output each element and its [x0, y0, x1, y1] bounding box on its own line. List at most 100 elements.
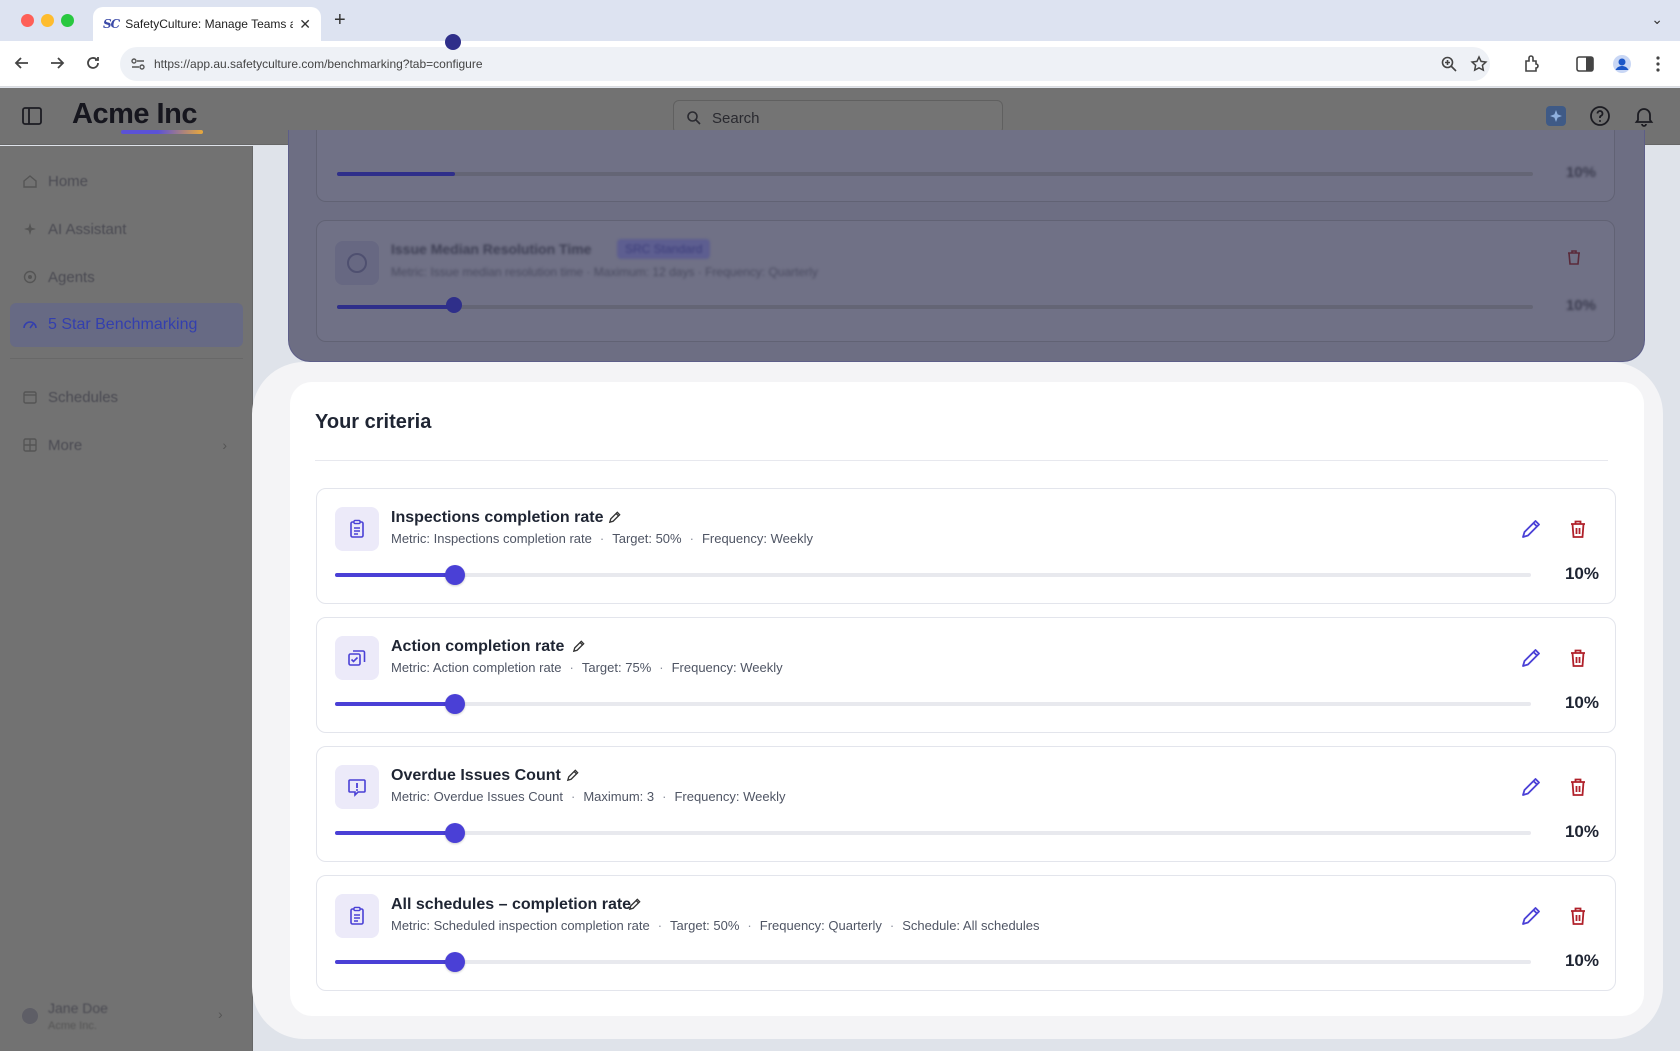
weight-value: 10%	[1564, 951, 1599, 970]
grid-icon	[23, 438, 37, 452]
user-name: Jane Doe	[48, 1000, 108, 1016]
criteria-title: Inspections completion rate	[391, 509, 604, 526]
url-text[interactable]: https://app.au.safetyculture.com/benchma…	[154, 57, 483, 71]
user-org: Acme Inc.	[48, 1020, 97, 1032]
window-close-button[interactable]	[21, 14, 34, 27]
rename-pencil-icon[interactable]	[607, 510, 622, 525]
meta-frequency: Frequency: Weekly	[671, 660, 783, 675]
sidebar-item-label: Home	[48, 172, 89, 190]
slider-handle[interactable]	[444, 565, 465, 585]
section-divider	[315, 460, 1608, 461]
weight-slider[interactable]	[335, 823, 1531, 843]
criteria-title: All schedules – completion rate	[391, 896, 632, 913]
forward-arrow-icon[interactable]	[45, 51, 69, 75]
background-weight-value: 10%	[1565, 164, 1596, 181]
rename-pencil-icon[interactable]	[571, 639, 586, 654]
criteria-card: Overdue Issues Count Metric: Overdue Iss…	[316, 746, 1616, 862]
search-placeholder: Search	[712, 110, 760, 127]
delete-trash-icon[interactable]	[1566, 904, 1590, 928]
sidebar-item-agents[interactable]: Agents	[10, 255, 243, 299]
criteria-meta: Metric: Action completion rate · Target: …	[391, 660, 783, 675]
tab-title: SafetyCulture: Manage Teams and...	[125, 17, 294, 31]
browser-tab-bar: SC SafetyCulture: Manage Teams and... ✕ …	[0, 0, 1680, 41]
weight-value: 10%	[1564, 564, 1599, 583]
sidebar-item-more[interactable]: More ›	[10, 423, 243, 467]
window-zoom-button[interactable]	[61, 14, 74, 27]
background-weight-value: 10%	[1565, 297, 1596, 314]
slider-fill	[335, 960, 455, 964]
background-criteria-card: Issue Median Resolution Time SRC Standar…	[316, 220, 1615, 342]
criteria-meta: Metric: Scheduled inspection completion …	[391, 918, 1040, 933]
criteria-title: Action completion rate	[391, 638, 565, 655]
help-icon[interactable]	[1588, 104, 1612, 128]
edit-pencil-icon[interactable]	[1519, 775, 1543, 799]
weight-slider[interactable]	[335, 952, 1531, 972]
back-arrow-icon[interactable]	[10, 51, 34, 75]
company-logo[interactable]: Acme Inc	[72, 98, 197, 131]
delete-trash-icon[interactable]	[1566, 646, 1590, 670]
benchmark-gauge-icon	[23, 321, 37, 329]
weight-value: 10%	[1564, 822, 1599, 841]
tab-close-icon[interactable]: ✕	[299, 16, 311, 33]
window-minimize-button[interactable]	[41, 14, 54, 27]
clipboard-icon	[335, 894, 379, 938]
bookmark-star-icon[interactable]	[1470, 55, 1488, 73]
site-settings-icon[interactable]	[130, 56, 146, 72]
browser-menu-icon[interactable]	[1647, 53, 1669, 75]
profile-avatar-icon[interactable]	[1611, 53, 1633, 75]
ai-sparkle-app-icon[interactable]	[1544, 104, 1568, 128]
meta-metric: Metric: Overdue Issues Count	[391, 789, 563, 804]
meta-frequency: Frequency: Weekly	[674, 789, 786, 804]
sidebar-item-label: Schedules	[48, 388, 119, 406]
logo-underline	[121, 130, 203, 134]
edit-pencil-icon[interactable]	[1519, 517, 1543, 541]
sidebar-item-schedules[interactable]: Schedules	[10, 375, 243, 419]
your-criteria-panel: Your criteria Inspections completion rat…	[290, 382, 1644, 1016]
reload-icon[interactable]	[81, 51, 105, 75]
meta-target: Target: 50%	[670, 918, 740, 933]
criteria-meta: Metric: Inspections completion rate · Tar…	[391, 531, 813, 546]
rename-pencil-icon[interactable]	[565, 768, 580, 783]
rename-pencil-icon[interactable]	[627, 897, 642, 912]
sidebar-toggle-icon[interactable]	[22, 107, 42, 125]
sidebar-item-5-star-benchmarking[interactable]: 5 Star Benchmarking	[10, 303, 243, 347]
side-panel-icon[interactable]	[1574, 53, 1596, 75]
edit-pencil-icon[interactable]	[1519, 646, 1543, 670]
edit-pencil-icon[interactable]	[1519, 904, 1543, 928]
criteria-card: All schedules – completion rate Metric: …	[316, 875, 1616, 991]
slider-handle[interactable]	[444, 694, 465, 714]
meta-frequency: Frequency: Quarterly	[759, 918, 882, 933]
browser-tab[interactable]: SC SafetyCulture: Manage Teams and... ✕	[93, 7, 321, 41]
sidebar-item-ai-assistant[interactable]: AI Assistant	[10, 207, 243, 251]
delete-trash-icon[interactable]	[1566, 517, 1590, 541]
safetyculture-favicon-icon: SC	[103, 17, 120, 31]
slider-fill	[335, 702, 455, 706]
slider-handle[interactable]	[444, 823, 465, 843]
weight-value: 10%	[1564, 693, 1599, 712]
tab-search-chevron-icon[interactable]: ⌄	[1651, 11, 1663, 28]
meta-target: Target: 75%	[581, 660, 652, 675]
sidebar-item-label: 5 Star Benchmarking	[48, 316, 198, 333]
notifications-bell-icon[interactable]	[1632, 104, 1656, 128]
weight-slider[interactable]	[335, 694, 1531, 714]
zoom-magnifier-icon[interactable]	[1440, 55, 1458, 73]
browser-toolbar: https://app.au.safetyculture.com/benchma…	[0, 41, 1680, 87]
delete-trash-icon[interactable]	[1566, 775, 1590, 799]
background-criteria-card: 10%	[316, 34, 1615, 202]
new-tab-icon[interactable]: +	[334, 9, 346, 32]
search-input[interactable]: Search	[673, 100, 1003, 134]
chevron-right-icon: ›	[218, 1006, 223, 1022]
slider-fill	[335, 573, 455, 577]
criteria-card: Action completion rate Metric: Action co…	[316, 617, 1616, 733]
issue-alert-icon	[335, 765, 379, 809]
criteria-meta: Metric: Overdue Issues Count · Maximum: 3…	[391, 789, 786, 804]
slider-fill	[335, 831, 455, 835]
address-bar[interactable]: https://app.au.safetyculture.com/benchma…	[120, 47, 1490, 81]
sidebar-item-label: AI Assistant	[48, 220, 127, 238]
sidebar-item-label: Agents	[48, 268, 95, 286]
sidebar-item-home[interactable]: Home	[10, 159, 243, 203]
background-card-meta: Metric: Issue median resolution time · M…	[391, 265, 818, 279]
extensions-puzzle-icon[interactable]	[1521, 53, 1543, 75]
slider-handle[interactable]	[444, 952, 465, 972]
weight-slider[interactable]	[335, 565, 1531, 585]
